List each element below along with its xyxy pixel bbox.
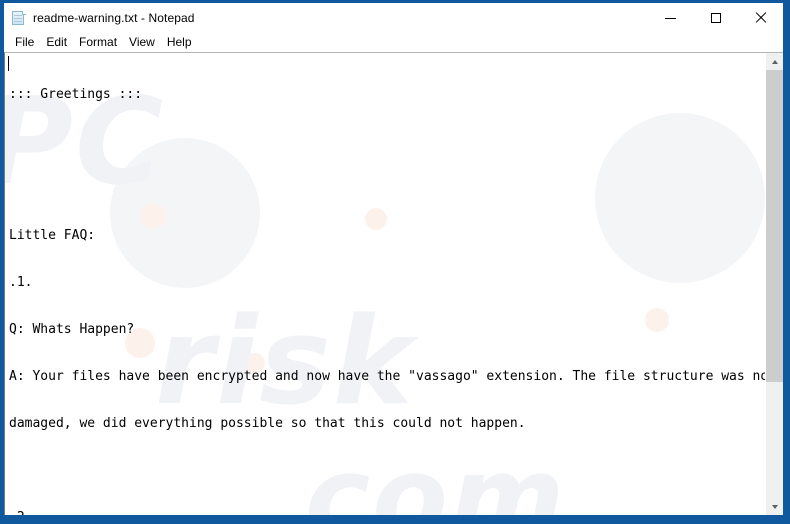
title-bar-left: readme-warning.txt - Notepad: [4, 10, 648, 26]
close-button[interactable]: [738, 3, 783, 32]
scrollbar-track[interactable]: [766, 70, 783, 498]
notepad-window: readme-warning.txt - Notepad File Edit F…: [0, 0, 790, 524]
menu-bar: File Edit Format View Help: [4, 32, 783, 52]
window-title: readme-warning.txt - Notepad: [33, 10, 195, 25]
menu-item-view[interactable]: View: [123, 34, 161, 51]
minimize-icon: [665, 17, 676, 19]
minimize-button[interactable]: [648, 3, 693, 32]
scroll-up-button[interactable]: [766, 53, 783, 70]
text-editor[interactable]: PC risk com ::: Greetings ::: Little FAQ…: [5, 53, 765, 515]
maximize-icon: [710, 12, 721, 23]
text-caret: [8, 56, 9, 71]
document-line: Q: Whats Happen?: [9, 322, 135, 338]
menu-item-edit[interactable]: Edit: [40, 34, 73, 51]
chevron-up-icon: [771, 59, 778, 64]
client-area: PC risk com ::: Greetings ::: Little FAQ…: [4, 52, 783, 515]
title-bar[interactable]: readme-warning.txt - Notepad: [4, 3, 783, 32]
notepad-document-icon: [11, 10, 27, 26]
close-icon: [755, 12, 767, 24]
document-line: .1.: [9, 275, 33, 291]
document-line: Little FAQ:: [9, 228, 96, 244]
document-text[interactable]: ::: Greetings ::: Little FAQ: .1. Q: Wha…: [5, 53, 765, 515]
document-line: damaged, we did everything possible so t…: [9, 416, 526, 432]
window-controls: [648, 3, 783, 32]
menu-item-file[interactable]: File: [9, 34, 40, 51]
scroll-down-button[interactable]: [766, 498, 783, 515]
chevron-down-icon: [771, 504, 778, 509]
menu-item-help[interactable]: Help: [161, 34, 198, 51]
document-line: ::: Greetings :::: [9, 87, 143, 103]
scrollbar-thumb[interactable]: [766, 70, 783, 383]
maximize-button[interactable]: [693, 3, 738, 32]
vertical-scrollbar[interactable]: [765, 53, 783, 515]
menu-item-format[interactable]: Format: [73, 34, 123, 51]
document-line: A: Your files have been encrypted and no…: [9, 369, 765, 385]
document-line: .2.: [9, 510, 765, 515]
